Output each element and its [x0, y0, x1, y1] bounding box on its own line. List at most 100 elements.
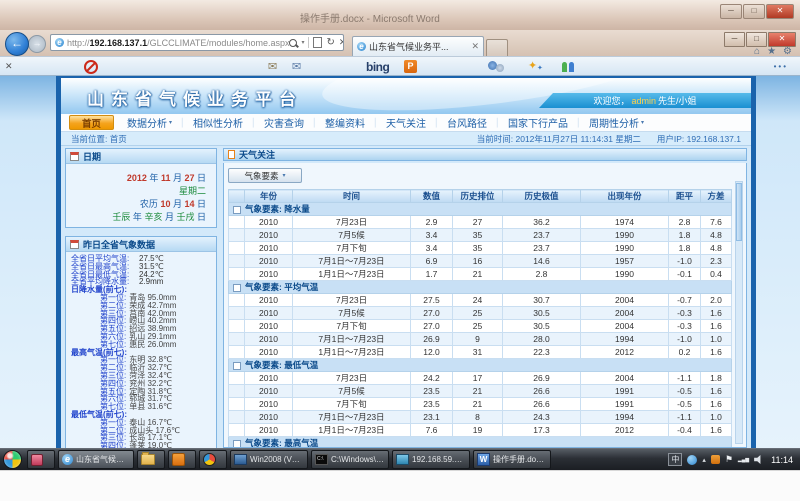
address-bar[interactable]: http://192.168.137.1/GLCCLIMATE/modules/… [50, 34, 344, 51]
table-cell: 36.2 [503, 216, 581, 229]
rank-value: 单县 31.6℃ [129, 403, 172, 411]
mail-icon[interactable]: ✉ [268, 60, 277, 73]
table-cell: 24 [453, 294, 503, 307]
ie-favicon [357, 42, 366, 51]
taskbar-button-cmd[interactable]: C:\Windows\s... [311, 450, 389, 469]
table-cell: 0.4 [701, 268, 732, 281]
nav-item-1[interactable]: 数据分析▾ [119, 115, 180, 130]
taskbar-clock[interactable]: 11:14 [771, 455, 793, 465]
browser-back-button[interactable]: ← [5, 32, 29, 56]
nav-item-2[interactable]: 相似性分析 [185, 115, 251, 130]
mail-icon-2[interactable]: ✉ [292, 60, 301, 73]
toolbar-close-icon[interactable]: ✕ [5, 61, 13, 72]
taskbar-button-word[interactable]: 操作手册.docx ... [473, 450, 551, 469]
table-cell: 17 [453, 372, 503, 385]
search-icon[interactable] [289, 39, 297, 47]
start-button[interactable] [3, 450, 22, 469]
close-icon[interactable]: ✕ [768, 32, 796, 47]
taskbar-buttons: 山东省气候业务平... Win2008 (VS2...C:\Windows\s..… [27, 450, 554, 469]
nav-item-7[interactable]: 国家下行产品 [500, 115, 576, 130]
taskbar-button-ie[interactable]: 山东省气候业务平... [58, 450, 134, 469]
group-checkbox[interactable] [233, 284, 241, 292]
nav-item-label: 周期性分析 [589, 115, 639, 130]
favicon-sparkle[interactable]: ✦ [528, 59, 537, 72]
minimize-icon[interactable]: ─ [724, 32, 745, 47]
gear-icon[interactable]: ⚙ [783, 46, 792, 57]
maximize-icon[interactable]: □ [743, 4, 765, 19]
table-cell: 23.5 [411, 385, 453, 398]
table-row: 20101月1日～7月23日7.61917.32012-0.41.6 [229, 424, 732, 437]
table-cell: 7月23日 [293, 294, 411, 307]
panel-icon [70, 240, 79, 249]
table-cell: 1.0 [701, 333, 732, 346]
plugin-badge-icon[interactable]: P [404, 60, 417, 73]
table-cell-blank [229, 385, 245, 398]
volume-icon[interactable] [754, 455, 763, 464]
minimize-icon[interactable]: ─ [720, 4, 742, 19]
stop-icon[interactable]: ✕ [339, 37, 344, 48]
group-checkbox[interactable] [233, 362, 241, 370]
taskbar-button-rdp[interactable]: 192.168.59.99... [392, 450, 470, 469]
nav-item-6[interactable]: 台风路径 [439, 115, 495, 130]
browser-tab[interactable]: 山东省气候业务平... ✕ [352, 36, 484, 56]
table-cell: 14.6 [503, 255, 581, 268]
network-icon[interactable]: ▂▄▆ [738, 457, 749, 463]
table-cell: 1994 [581, 333, 669, 346]
table-cell: -0.3 [669, 307, 701, 320]
new-tab-button[interactable] [486, 39, 508, 57]
tray-orange-icon[interactable] [711, 455, 720, 464]
table-cell: 25 [453, 320, 503, 333]
maximize-icon[interactable]: □ [746, 32, 767, 47]
ie-page-icon [55, 38, 64, 47]
table-cell-blank [229, 424, 245, 437]
table-cell: 1.7 [411, 268, 453, 281]
group-checkbox[interactable] [233, 206, 241, 214]
nav-item-8[interactable]: 周期性分析▾ [581, 115, 652, 130]
nav-item-4[interactable]: 整编资料 [317, 115, 373, 130]
table-group-cell: 气象要素: 最低气温 [229, 359, 732, 372]
favicon-figures[interactable] [562, 62, 567, 72]
home-icon[interactable]: ⌂ [754, 46, 760, 57]
refresh-icon[interactable]: ↻ [326, 37, 334, 48]
table-cell: 2.0 [701, 294, 732, 307]
browser-forward-button[interactable]: → [28, 35, 46, 53]
show-hidden-icons[interactable]: ▴ [702, 456, 706, 464]
date-line-0: 2012 年 11 月 27 日 [66, 172, 206, 185]
favorites-star-icon[interactable]: ★ [767, 46, 776, 57]
table-row: 20107月1日～7月23日26.9928.01994-1.01.0 [229, 333, 732, 346]
compatibility-view-icon[interactable] [313, 37, 322, 48]
tray-app-icon[interactable] [687, 455, 697, 465]
taskbar-button-orange[interactable] [168, 450, 196, 469]
action-center-flag-icon[interactable]: ⚑ [725, 454, 733, 465]
table-cell: 3.4 [411, 229, 453, 242]
toolbar-overflow-icon[interactable]: ••• [774, 62, 788, 71]
taskbar-button-folder[interactable] [137, 450, 165, 469]
table-cell: 2004 [581, 320, 669, 333]
taskbar-button-media[interactable] [199, 450, 227, 469]
tab-close-icon[interactable]: ✕ [471, 41, 479, 52]
close-icon[interactable]: ✕ [766, 4, 794, 19]
nav-item-3[interactable]: 灾害查询 [256, 115, 312, 130]
nav-item-0[interactable]: 首页 [69, 115, 114, 130]
tab-title: 山东省气候业务平... [369, 40, 449, 53]
nav-item-5[interactable]: 天气关注 [378, 115, 434, 130]
table-cell: 7月下旬 [293, 320, 411, 333]
language-badge[interactable]: 中 [668, 453, 682, 466]
table-cell: 2010 [245, 216, 293, 229]
table-cell: 6.9 [411, 255, 453, 268]
bing-logo[interactable]: bing [366, 60, 389, 74]
scrollbar-thumb[interactable] [736, 183, 742, 241]
chevron-down-icon[interactable]: ▾ [301, 39, 304, 46]
element-filter-button[interactable]: 气象要素 ▾ [228, 168, 302, 183]
table-cell: 2012 [581, 424, 669, 437]
climate-panel-body: 全省日平均气温:27.5℃全省日最高气温:31.5℃全省日最低气温:24.2℃全… [66, 252, 216, 454]
group-checkbox[interactable] [233, 440, 241, 448]
table-cell: 26.9 [503, 372, 581, 385]
pin-icon [31, 454, 43, 466]
table-scrollbar[interactable] [735, 181, 743, 444]
taskbar-button-vm[interactable]: Win2008 (VS2... [230, 450, 308, 469]
address-bar-icons: ▾ ↻ ✕ [289, 37, 344, 48]
taskbar-button-pin[interactable] [27, 450, 55, 469]
table-cell: 1月1日～7月23日 [293, 346, 411, 359]
table-cell: 19 [453, 424, 503, 437]
